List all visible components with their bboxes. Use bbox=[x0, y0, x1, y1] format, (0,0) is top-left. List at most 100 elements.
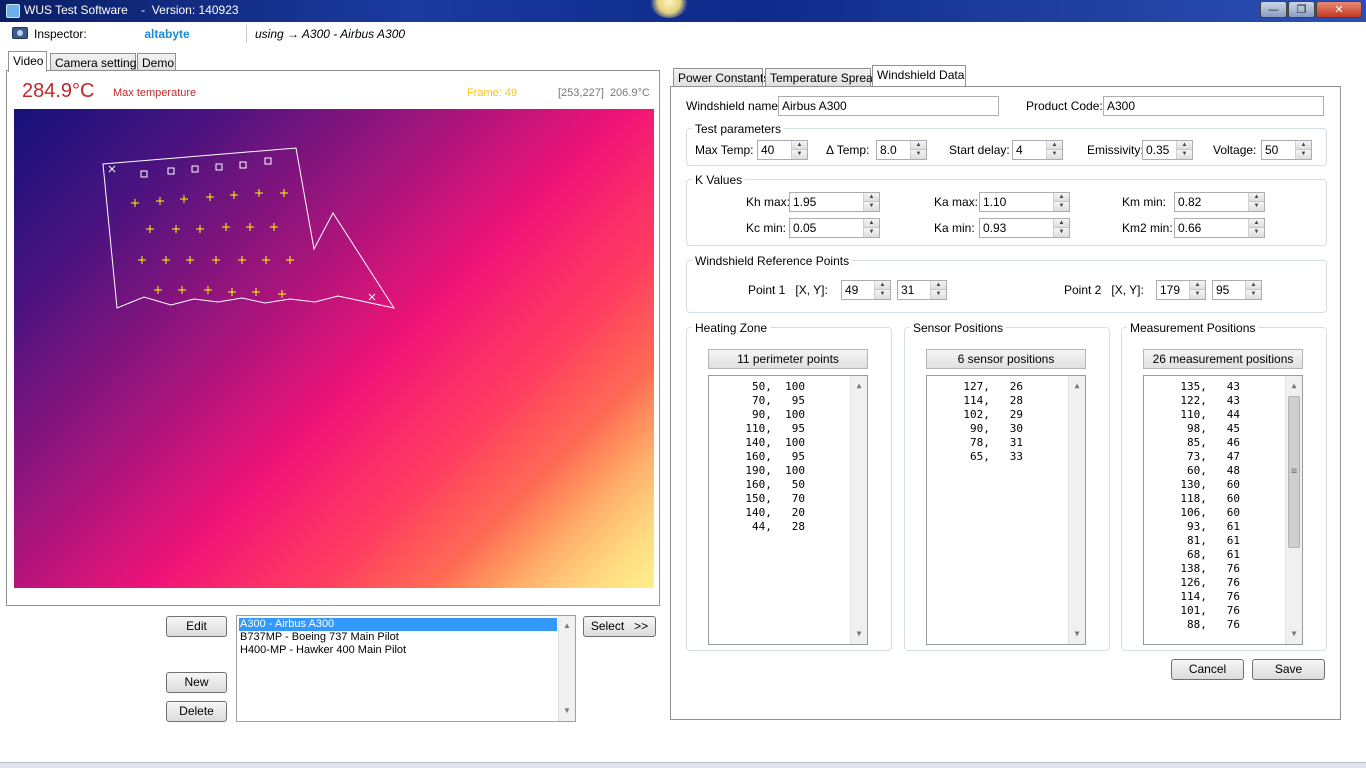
perimeter-point: 140, 20 bbox=[745, 506, 805, 519]
perimeter-points-header[interactable]: 11 perimeter points bbox=[708, 349, 868, 369]
tab-temperature-spread[interactable]: Temperature Spread bbox=[765, 68, 879, 87]
sensor-point: 114, 28 bbox=[963, 394, 1023, 407]
spin-down-icon[interactable]: ▼ bbox=[1054, 228, 1069, 237]
voltage-spinner[interactable]: 50 ▲ ▼ bbox=[1261, 140, 1312, 160]
scroll-down-icon[interactable]: ▼ bbox=[851, 626, 867, 642]
list-item[interactable]: H400-MP - Hawker 400 Main Pilot bbox=[239, 644, 406, 657]
inspector-name[interactable]: altabyte bbox=[92, 24, 242, 44]
point-2-y-spinner[interactable]: 95 ▲ ▼ bbox=[1212, 280, 1262, 300]
minimize-button[interactable]: — bbox=[1260, 1, 1287, 18]
spin-down-icon[interactable]: ▼ bbox=[864, 228, 879, 237]
start-delay-value: 4 bbox=[1016, 143, 1023, 157]
maximize-button[interactable]: ❐ bbox=[1288, 1, 1315, 18]
windshield-list[interactable]: A300 - Airbus A300 B737MP - Boeing 737 M… bbox=[236, 615, 576, 722]
spin-up-icon[interactable]: ▲ bbox=[1296, 141, 1311, 150]
spin-down-icon[interactable]: ▼ bbox=[931, 290, 946, 299]
sensor-positions-header[interactable]: 6 sensor positions bbox=[926, 349, 1086, 369]
scroll-down-icon[interactable]: ▼ bbox=[1286, 626, 1302, 642]
product-code-label: Product Code: bbox=[1026, 99, 1103, 113]
kh-max-spinner[interactable]: 1.95 ▲ ▼ bbox=[789, 192, 880, 212]
delta-temp-spinner[interactable]: 8.0 ▲ ▼ bbox=[876, 140, 927, 160]
spin-up-icon[interactable]: ▲ bbox=[1190, 281, 1205, 290]
measurement-marker bbox=[286, 256, 294, 264]
scroll-up-icon[interactable]: ▲ bbox=[1286, 378, 1302, 394]
spin-down-icon[interactable]: ▼ bbox=[1246, 290, 1261, 299]
list-item[interactable]: B737MP - Boeing 737 Main Pilot bbox=[239, 631, 399, 644]
ka-min-spinner[interactable]: 0.93 ▲ ▼ bbox=[979, 218, 1070, 238]
sensor-positions-list[interactable]: 127, 26 114, 28 102, 29 90, 30 78, 31 65, 33 … bbox=[926, 375, 1086, 645]
spin-down-icon[interactable]: ▼ bbox=[792, 150, 807, 159]
km2-min-spinner[interactable]: 0.66 ▲ ▼ bbox=[1174, 218, 1265, 238]
list-item[interactable]: A300 - Airbus A300 bbox=[239, 618, 557, 631]
cancel-button[interactable]: Cancel bbox=[1171, 659, 1244, 680]
spin-up-icon[interactable]: ▲ bbox=[1246, 281, 1261, 290]
spin-down-icon[interactable]: ▼ bbox=[875, 290, 890, 299]
perimeter-list-scrollbar[interactable]: ▲ ▼ bbox=[850, 376, 867, 644]
spin-up-icon[interactable]: ▲ bbox=[911, 141, 926, 150]
measurement-marker bbox=[162, 256, 170, 264]
save-button[interactable]: Save bbox=[1252, 659, 1325, 680]
scroll-up-icon[interactable]: ▲ bbox=[1069, 378, 1085, 394]
measurement-marker bbox=[228, 288, 236, 296]
point-2-x-spinner[interactable]: 179 ▲ ▼ bbox=[1156, 280, 1206, 300]
spin-up-icon[interactable]: ▲ bbox=[931, 281, 946, 290]
new-button[interactable]: New bbox=[166, 672, 227, 693]
spin-up-icon[interactable]: ▲ bbox=[875, 281, 890, 290]
spin-down-icon[interactable]: ▼ bbox=[1249, 228, 1264, 237]
product-code-input[interactable]: A300 bbox=[1103, 96, 1324, 116]
delete-button[interactable]: Delete bbox=[166, 701, 227, 722]
point-1-x-spinner[interactable]: 49 ▲ ▼ bbox=[841, 280, 891, 300]
km-min-spinner[interactable]: 0.82 ▲ ▼ bbox=[1174, 192, 1265, 212]
close-button[interactable]: ✕ bbox=[1316, 1, 1362, 18]
start-delay-spinner[interactable]: 4 ▲ ▼ bbox=[1012, 140, 1063, 160]
point-1-label: Point 1 [X, Y]: bbox=[748, 283, 828, 297]
tab-windshield-data[interactable]: Windshield Data bbox=[872, 65, 966, 86]
spin-down-icon[interactable]: ▼ bbox=[1047, 150, 1062, 159]
spin-up-icon[interactable]: ▲ bbox=[792, 141, 807, 150]
spin-down-icon[interactable]: ▼ bbox=[1177, 150, 1192, 159]
tab-video[interactable]: Video bbox=[8, 51, 47, 72]
spin-up-icon[interactable]: ▲ bbox=[1054, 193, 1069, 202]
spin-up-icon[interactable]: ▲ bbox=[1249, 219, 1264, 228]
voltage-label: Voltage: bbox=[1213, 143, 1257, 157]
title-bar[interactable]: WUS Test Software - Version: 140923 — ❐ … bbox=[0, 0, 1366, 22]
point-2-x-value: 179 bbox=[1160, 283, 1181, 297]
sensor-marker bbox=[191, 165, 199, 173]
select-button[interactable]: Select >> bbox=[583, 616, 656, 637]
kc-min-spinner[interactable]: 0.05 ▲ ▼ bbox=[789, 218, 880, 238]
measurement-positions-header[interactable]: 26 measurement positions bbox=[1143, 349, 1303, 369]
tab-power-constants[interactable]: Power Constants bbox=[673, 68, 769, 87]
measurement-list-scrollbar[interactable]: ▲ ≡ ▼ bbox=[1285, 376, 1302, 644]
emissivity-spinner[interactable]: 0.35 ▲ ▼ bbox=[1142, 140, 1193, 160]
spin-up-icon[interactable]: ▲ bbox=[864, 193, 879, 202]
spin-down-icon[interactable]: ▼ bbox=[1190, 290, 1205, 299]
spin-up-icon[interactable]: ▲ bbox=[1177, 141, 1192, 150]
reference-point-1-marker bbox=[108, 165, 116, 173]
windshield-name-input[interactable]: Airbus A300 bbox=[778, 96, 999, 116]
list-scrollbar[interactable]: ▲ ▼ bbox=[558, 616, 575, 721]
spin-up-icon[interactable]: ▲ bbox=[1249, 193, 1264, 202]
max-temp-spinner[interactable]: 40 ▲ ▼ bbox=[757, 140, 808, 160]
measurement-positions-list[interactable]: 135, 43 122, 43 110, 44 98, 45 85, 46 73, 47 6… bbox=[1143, 375, 1303, 645]
perimeter-points-list[interactable]: 50, 100 70, 95 90, 100 110, 95 140, 100 160, … bbox=[708, 375, 868, 645]
spin-up-icon[interactable]: ▲ bbox=[1047, 141, 1062, 150]
spin-down-icon[interactable]: ▼ bbox=[864, 202, 879, 211]
point-1-y-spinner[interactable]: 31 ▲ ▼ bbox=[897, 280, 947, 300]
divider bbox=[246, 25, 247, 43]
spin-down-icon[interactable]: ▼ bbox=[1296, 150, 1311, 159]
spin-down-icon[interactable]: ▼ bbox=[1249, 202, 1264, 211]
spin-down-icon[interactable]: ▼ bbox=[911, 150, 926, 159]
scroll-down-icon[interactable]: ▼ bbox=[1069, 626, 1085, 642]
cursor-temperature: 206.9°C bbox=[609, 87, 650, 99]
scroll-up-icon[interactable]: ▲ bbox=[559, 618, 575, 634]
ka-max-spinner[interactable]: 1.10 ▲ ▼ bbox=[979, 192, 1070, 212]
spin-up-icon[interactable]: ▲ bbox=[864, 219, 879, 228]
spin-up-icon[interactable]: ▲ bbox=[1054, 219, 1069, 228]
scroll-down-icon[interactable]: ▼ bbox=[559, 703, 575, 719]
edit-button[interactable]: Edit bbox=[166, 616, 227, 637]
measurement-marker bbox=[178, 286, 186, 294]
spin-down-icon[interactable]: ▼ bbox=[1054, 202, 1069, 211]
measurement-marker bbox=[172, 225, 180, 233]
scroll-up-icon[interactable]: ▲ bbox=[851, 378, 867, 394]
sensor-list-scrollbar[interactable]: ▲ ▼ bbox=[1068, 376, 1085, 644]
